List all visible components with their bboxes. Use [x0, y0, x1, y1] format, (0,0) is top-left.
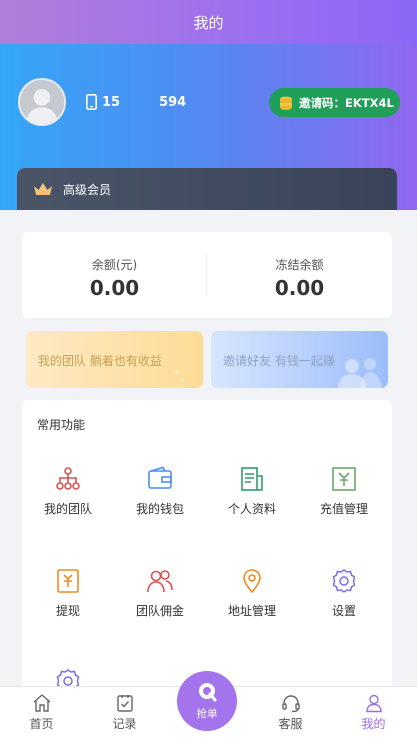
- function-my-wallet[interactable]: 我的钱包: [114, 466, 206, 517]
- function-my-team[interactable]: 我的团队: [22, 466, 114, 517]
- function-label: 充值管理: [319, 502, 368, 516]
- frozen-balance-label: 冻结余额: [275, 258, 324, 272]
- common-functions-title: 常用功能: [37, 418, 86, 432]
- user-avatar-icon: [20, 80, 64, 124]
- function-label: 提现: [55, 604, 80, 618]
- function-settings[interactable]: 设置: [298, 568, 390, 619]
- tab-mine-label: 我的: [361, 717, 386, 731]
- grab-order-button[interactable]: 抢单: [177, 671, 237, 731]
- invite-code-badge[interactable]: 邀请码：EKTX4L: [269, 88, 400, 117]
- invite-code-text: 邀请码：EKTX4L: [299, 95, 394, 110]
- crown-icon: [34, 183, 52, 195]
- available-balance-value: 0.00: [89, 276, 140, 300]
- team-commission-icon: [147, 570, 173, 593]
- balance-card: 余额(元) 0.00 冻结余额 0.00: [22, 232, 392, 318]
- frozen-balance: 冻结余额 0.00: [207, 256, 392, 300]
- home-icon: [33, 694, 50, 712]
- tab-records[interactable]: 记录: [83, 693, 166, 732]
- function-recharge[interactable]: 充值管理: [298, 466, 390, 517]
- function-label: 我的团队: [43, 502, 92, 516]
- customer-service-icon: [281, 695, 300, 713]
- coin-stack-icon: [280, 96, 292, 110]
- available-balance: 余额(元) 0.00: [22, 256, 207, 300]
- team-decoration-icon: [175, 366, 193, 382]
- my-team-banner-text: 我的团队 躺着也有收益: [38, 354, 162, 368]
- location-icon: [243, 569, 261, 594]
- function-profile[interactable]: 个人资料: [206, 466, 298, 517]
- profile-doc-icon: [241, 467, 263, 491]
- phone-number: 15 594: [86, 94, 186, 110]
- settings-icon: [332, 569, 356, 593]
- function-withdraw[interactable]: 提现: [22, 568, 114, 619]
- available-balance-label: 余额(元): [91, 258, 138, 272]
- invite-friends-banner-text: 邀请好友 有钱一起赚: [223, 354, 335, 368]
- my-team-banner[interactable]: 我的团队 躺着也有收益: [26, 331, 203, 388]
- top-bar: 我的: [0, 0, 417, 44]
- user-icon: [365, 694, 382, 713]
- function-label: 地址管理: [227, 604, 276, 618]
- invite-friends-banner[interactable]: 邀请好友 有钱一起赚: [211, 331, 388, 388]
- grab-order-icon: [199, 683, 217, 702]
- mobile-phone-icon: [86, 94, 97, 110]
- avatar[interactable]: [18, 78, 66, 126]
- grab-order-label: 抢单: [196, 708, 218, 720]
- vip-level-bar[interactable]: 高级会员: [17, 168, 397, 210]
- tab-mine[interactable]: 我的: [332, 693, 415, 732]
- page-title: 我的: [193, 13, 224, 32]
- function-label: 团队佣金: [135, 604, 184, 618]
- wallet-icon: [148, 466, 172, 489]
- recharge-icon: [332, 467, 356, 491]
- phone-number-text: 15 594: [102, 94, 187, 110]
- function-address[interactable]: 地址管理: [206, 568, 298, 619]
- frozen-balance-value: 0.00: [274, 276, 325, 300]
- tab-service[interactable]: 客服: [249, 693, 332, 732]
- common-functions-panel: 常用功能 我的团队 我的钱包 个人资料 充值管理 提现 团队佣金 地址管理 设置: [22, 400, 392, 710]
- tab-records-label: 记录: [112, 717, 137, 731]
- function-label: 个人资料: [227, 502, 276, 516]
- tab-home-label: 首页: [29, 717, 54, 731]
- function-label: 我的钱包: [135, 502, 184, 516]
- function-label: 设置: [331, 604, 356, 618]
- function-team-commission[interactable]: 团队佣金: [114, 568, 206, 619]
- withdraw-icon: [57, 569, 79, 593]
- records-icon: [116, 695, 133, 712]
- team-tree-icon: [56, 467, 80, 490]
- vip-level-label: 高级会员: [63, 182, 112, 197]
- people-decoration-icon: [338, 358, 382, 388]
- tab-home[interactable]: 首页: [0, 693, 83, 732]
- tab-service-label: 客服: [278, 717, 303, 731]
